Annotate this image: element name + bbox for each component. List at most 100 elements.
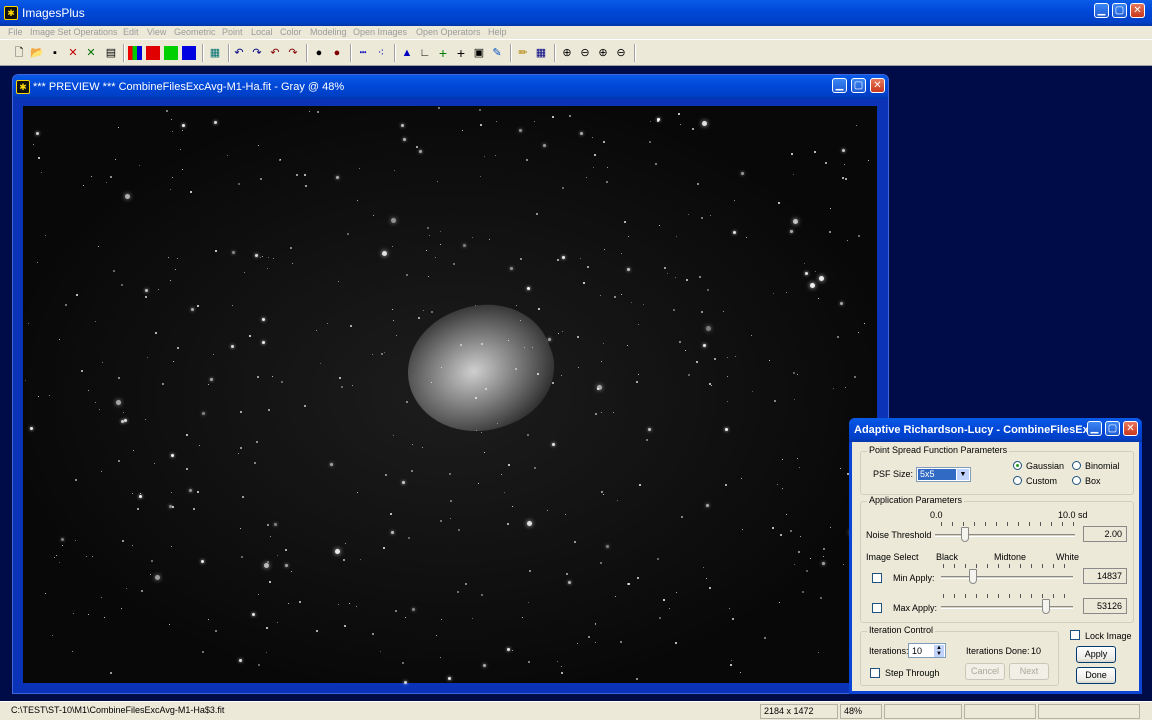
redo-all-icon[interactable]: ↷ [286,46,300,60]
dialog-title-bar[interactable]: Adaptive Richardson-Lucy - CombineFilesE… [849,418,1142,442]
radio-custom[interactable] [1013,476,1022,485]
color-picker-icon[interactable]: ✎ [490,46,504,60]
menu-view[interactable]: View [147,27,166,37]
image-info-icon[interactable]: ▣ [472,46,486,60]
stepper-down-icon[interactable]: ▼ [934,651,944,657]
star [830,527,832,529]
pencil-icon[interactable]: ✏ [516,46,530,60]
menu-edit[interactable]: Edit [123,27,139,37]
star [430,310,433,313]
cancel-button[interactable]: Cancel [965,663,1005,680]
star [853,375,856,378]
noise-slider-track[interactable] [935,534,1075,537]
blue-channel-icon[interactable] [182,46,196,60]
undo-icon[interactable]: ↶ [232,46,246,60]
save-icon[interactable]: ▪ [48,46,62,60]
green-channel-icon[interactable] [164,46,178,60]
star [626,345,628,347]
astro-image[interactable] [23,106,877,685]
iteration-group: Iteration Control Iterations: 10 ▲ ▼ Ite… [860,625,1059,686]
crosshair-green-icon[interactable]: + [436,46,450,60]
iterations-stepper[interactable]: 10 ▲ ▼ [908,643,946,658]
star [201,651,204,654]
star [231,344,235,348]
app-title-bar[interactable]: ✱ ImagesPlus ▁ ▢ ✕ [0,0,1152,26]
noise-value[interactable]: 2.00 [1083,526,1127,542]
star [335,176,339,180]
star-points-icon[interactable]: ⁖ [374,46,388,60]
menu-local[interactable]: Local [251,27,273,37]
menu-geometric[interactable]: Geometric [174,27,216,37]
dialog-maximize-button[interactable]: ▢ [1105,421,1120,436]
close-red-icon[interactable]: ✕ [66,46,80,60]
close-button[interactable]: ✕ [1130,3,1145,18]
min-slider-track[interactable] [941,576,1073,579]
open-folder-icon[interactable]: 📂 [30,46,44,60]
next-button[interactable]: Next [1009,663,1049,680]
grid-icon[interactable]: ▦ [208,46,222,60]
apply-button[interactable]: Apply [1076,646,1116,663]
chevron-down-icon[interactable]: ▼ [957,469,969,480]
preview-title-bar[interactable]: ✱ *** PREVIEW *** CombineFilesExcAvg-M1-… [13,75,888,99]
rgb-channels-icon[interactable] [128,46,142,60]
red-channel-icon[interactable] [146,46,160,60]
min-apply-value[interactable]: 14837 [1083,568,1127,584]
preview-maximize-button[interactable]: ▢ [851,78,866,93]
star [172,361,174,363]
preview-close-button[interactable]: ✕ [870,78,885,93]
radio-box[interactable] [1072,476,1081,485]
psf-size-select[interactable]: 5x5 ▼ [916,467,971,482]
max-slider-thumb[interactable] [1041,599,1050,614]
max-apply-value[interactable]: 53126 [1083,598,1127,614]
star [83,184,85,186]
menu-open-images[interactable]: Open Images [353,27,407,37]
max-slider-track[interactable] [941,606,1073,609]
menu-open-operators[interactable]: Open Operators [416,27,481,37]
table-icon[interactable]: ▦ [534,46,548,60]
noise-slider-thumb[interactable] [961,527,970,542]
star [61,538,65,542]
menu-image-set-operations[interactable]: Image Set Operations [30,27,118,37]
crosshair-icon[interactable]: + [454,46,468,60]
minimize-button[interactable]: ▁ [1094,3,1109,18]
stop-record-icon[interactable]: ● [330,46,344,60]
maximize-button[interactable]: ▢ [1112,3,1127,18]
star [723,311,725,313]
zoom-reset-icon[interactable]: ⊖ [614,46,628,60]
menu-file[interactable]: File [8,27,23,37]
new-file-icon[interactable]: 🗋 [12,46,26,60]
preview-minimize-button[interactable]: ▁ [832,78,847,93]
star [272,257,274,259]
undo-all-icon[interactable]: ↶ [268,46,282,60]
done-button[interactable]: Done [1076,667,1116,684]
star [489,238,491,240]
menu-color[interactable]: Color [280,27,302,37]
close-green-icon[interactable]: ✕ [84,46,98,60]
menu-modeling[interactable]: Modeling [310,27,347,37]
dialog-minimize-button[interactable]: ▁ [1087,421,1102,436]
zoom-out-icon[interactable]: ⊖ [578,46,592,60]
star [700,216,703,219]
zoom-fit-icon[interactable]: ⊕ [596,46,610,60]
min-slider-thumb[interactable] [969,569,978,584]
radio-binomial[interactable] [1072,461,1081,470]
record-icon[interactable]: ● [312,46,326,60]
radio-gaussian[interactable] [1013,461,1022,470]
dotted-line-icon[interactable]: ┅ [356,46,370,60]
print-icon[interactable]: ▤ [104,46,118,60]
star [214,630,217,633]
redo-icon[interactable]: ↷ [250,46,264,60]
star [315,329,317,331]
histogram-icon[interactable]: ▲ [400,46,414,60]
star [33,143,35,145]
menu-help[interactable]: Help [488,27,507,37]
preview-window: ✱ *** PREVIEW *** CombineFilesExcAvg-M1-… [12,74,889,694]
zoom-in-icon[interactable]: ⊕ [560,46,574,60]
lock-image-checkbox[interactable] [1070,630,1080,640]
min-apply-checkbox[interactable] [872,573,882,583]
step-through-checkbox[interactable] [870,668,880,678]
curves-icon[interactable]: ∟ [418,46,432,60]
dialog-close-button[interactable]: ✕ [1123,421,1138,436]
menu-point[interactable]: Point [222,27,243,37]
max-apply-checkbox[interactable] [872,603,882,613]
